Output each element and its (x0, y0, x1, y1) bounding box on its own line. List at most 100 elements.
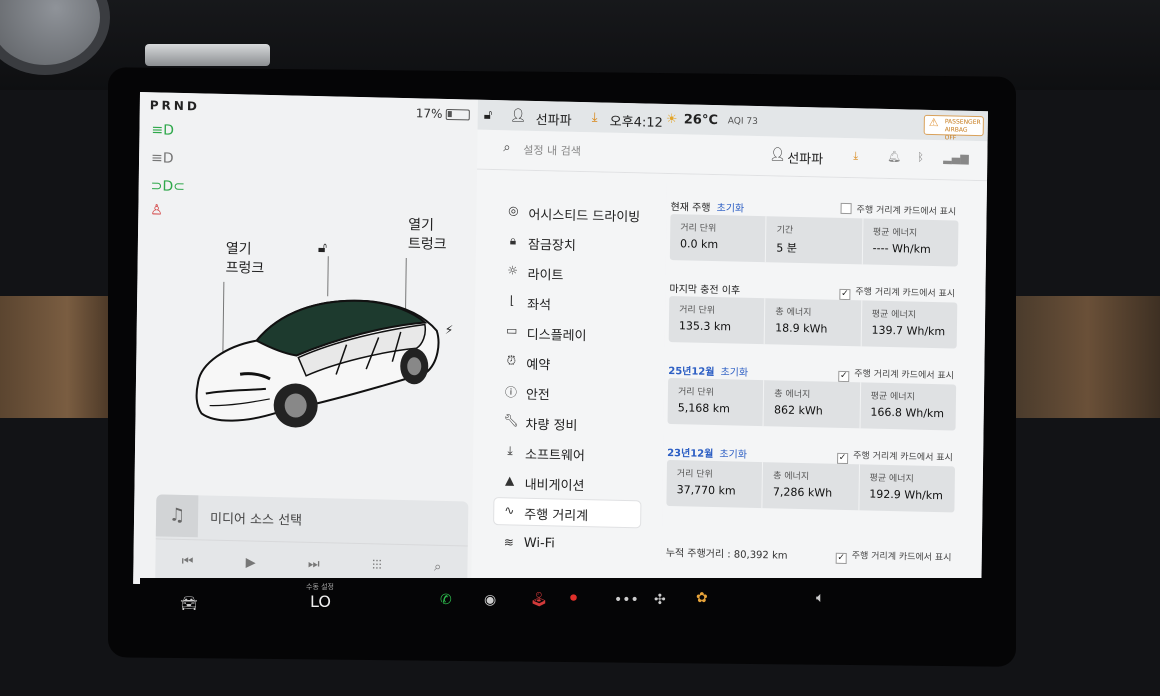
checkbox-unchecked[interactable] (840, 202, 852, 215)
status-user-name[interactable]: 선파파 (536, 109, 572, 129)
menu-item-software[interactable]: ⤓ 소프트웨어 (495, 438, 641, 467)
trip-cell: 평균 에너지 139.7 Wh/km (861, 300, 957, 348)
battery-icon (445, 108, 470, 121)
search-icon[interactable]: ⌕ (434, 560, 441, 575)
car-icon[interactable]: 🚘︎ (180, 596, 198, 612)
open-trunk-button[interactable]: 열기 트렁크 (408, 216, 447, 255)
unlocked-icon[interactable]: 🔓︎ (484, 108, 493, 123)
climate-temp[interactable]: LO (310, 592, 331, 611)
wrench-icon: 🔧︎ (503, 413, 519, 428)
car-panel: PRND 17% ≡D ≡D ⊃D⊂ ♙ 열기 프렁크 열기 트렁크 🔓︎ ⚡︎ (133, 92, 478, 592)
trip-card: 거리 단위 5,168 km 총 에너지 862 kWh 평균 에너지 166.8 W… (667, 377, 957, 431)
menu-label: 잠금장치 (527, 237, 576, 254)
trip-cell: 평균 에너지 192.9 Wh/km (859, 464, 955, 512)
volume-icon[interactable]: 🔈︎ (816, 590, 824, 606)
menu-label: 소프트웨어 (524, 447, 585, 465)
profile-icon: 👤︎ (769, 147, 786, 163)
media-source-select[interactable]: 미디어 소스 선택 (210, 508, 302, 529)
bluetooth-icon[interactable]: ᛒ (917, 151, 924, 164)
bottom-dock: 🚘︎ 수동 설정 LO ✆ ◉ 🕹︎ ⏺ ••• ✣ ✿ 🔈︎ (140, 578, 988, 632)
lte-signal-icon: ▂▄▆ (943, 151, 969, 165)
menu-item-locks[interactable]: 🔒︎ 잠금장치 (498, 228, 644, 257)
open-frunk-button[interactable]: 열기 프렁크 (225, 240, 264, 279)
menu-item-wifi[interactable]: ≋ Wi-Fi (494, 530, 640, 559)
bell-icon[interactable]: 🔔︎ (887, 150, 901, 163)
more-icon[interactable]: ••• (614, 592, 639, 608)
cell-value: 7,286 kWh (772, 485, 833, 500)
cell-value: 192.9 Wh/km (869, 487, 944, 503)
youtube-icon[interactable]: ⏺ (570, 590, 577, 606)
trip-cell: 총 에너지 7,286 kWh (762, 462, 860, 511)
cell-value: 5 분 (776, 241, 798, 255)
cell-key: 총 에너지 (773, 471, 810, 483)
checkbox-label: 주행 거리계 카드에서 표시 (855, 287, 956, 300)
menu-item-schedule[interactable]: ⏰︎ 예약 (496, 348, 642, 377)
cell-value: 37,770 km (676, 483, 736, 498)
menu-item-lights[interactable]: ☼ 라이트 (497, 258, 643, 287)
settings-search-input[interactable] (523, 139, 684, 164)
cell-value: 135.3 km (678, 319, 732, 334)
frunk-label: 열기 프렁크 (225, 240, 265, 277)
equalizer-icon[interactable]: ⫶⫶⫶ (372, 558, 382, 573)
play-icon[interactable]: ▶ (246, 555, 256, 570)
wood-trim-right (1015, 296, 1160, 418)
unlock-icon[interactable]: 🔓︎ (318, 240, 327, 256)
checkbox-label: 주행 거리계 카드에서 표시 (856, 205, 957, 218)
cell-value: ---- Wh/km (872, 241, 931, 256)
mount-arm (145, 44, 270, 66)
trip-cell: 거리 단위 135.3 km (668, 296, 766, 345)
menu-item-navigation[interactable]: ▲ 내비게이션 (494, 468, 640, 497)
alarm-icon: ⏰︎ (506, 353, 517, 368)
menu-item-safety[interactable]: ⓘ 안전 (496, 378, 642, 407)
menu-item-assisted-driving[interactable]: ◎ 어시스티드 드라이빙 (498, 198, 644, 227)
cell-key: 거리 단위 (680, 223, 717, 235)
section-title: 25년12월 초기화 (668, 362, 748, 379)
camera-icon[interactable]: ◉ (484, 592, 496, 608)
previous-track-icon[interactable]: ⏮ (182, 554, 194, 569)
download-icon[interactable]: ⤓ (592, 110, 598, 125)
aqi-badge: AQI 73 (727, 116, 758, 128)
trip-cell: 거리 단위 5,168 km (667, 377, 765, 427)
odometer-icon: ∿ (504, 503, 515, 518)
menu-item-seats[interactable]: ⌊ 좌석 (497, 288, 643, 317)
reset-button[interactable]: 초기화 (716, 203, 744, 215)
phone-icon[interactable]: ✆ (440, 592, 452, 608)
toybox-icon[interactable]: ✿ (696, 590, 708, 606)
checkbox-checked[interactable]: ✓ (838, 370, 850, 383)
cell-key: 총 에너지 (775, 307, 812, 319)
airbag-icon: ⚠ (928, 115, 939, 130)
menu-item-service[interactable]: 🔧︎ 차량 정비 (495, 408, 641, 437)
joystick-icon[interactable]: 🕹︎ (530, 592, 548, 608)
cell-key: 평균 에너지 (872, 227, 918, 239)
reset-button[interactable]: 초기화 (719, 449, 747, 461)
search-icon: ⌕ (503, 140, 511, 156)
seat-icon: ⌊ (509, 293, 515, 308)
menu-label: 예약 (526, 357, 551, 374)
cell-value: 5,168 km (677, 401, 730, 416)
checkbox-checked[interactable]: ✓ (835, 552, 847, 565)
car-model-image (195, 299, 440, 428)
show-on-card-checkbox[interactable]: ✓ 주행 거리계 카드에서 표시 (835, 548, 952, 567)
trunk-label: 열기 트렁크 (407, 217, 447, 253)
music-note-icon[interactable]: ♫ (155, 494, 199, 538)
trip-cell: 거리 단위 37,770 km (666, 459, 764, 509)
profile-name[interactable]: 선파파 (787, 148, 823, 168)
checkbox-checked[interactable]: ✓ (837, 452, 849, 465)
checkbox-checked[interactable]: ✓ (839, 288, 851, 301)
reset-button[interactable]: 초기화 (720, 367, 748, 379)
display-icon: ▭ (506, 323, 518, 338)
auto-high-beam-icon: ≡D (150, 150, 174, 167)
download-icon[interactable]: ⤓ (853, 149, 858, 163)
gear-indicator: PRND (149, 98, 200, 114)
cell-key: 평균 에너지 (870, 391, 915, 403)
show-on-card-checkbox[interactable]: 주행 거리계 카드에서 표시 (840, 202, 957, 218)
clock: 오후4:12 (609, 114, 663, 131)
next-track-icon[interactable]: ⏭ (308, 557, 320, 572)
menu-item-odometer[interactable]: ∿ 주행 거리계 (494, 498, 641, 528)
trip-cell: 기간 5 분 (766, 216, 864, 265)
fan-icon[interactable]: ✣ (654, 592, 666, 608)
safety-icon: ⓘ (504, 385, 518, 400)
menu-item-display[interactable]: ▭ 디스플레이 (497, 318, 643, 347)
trip-card: 거리 단위 135.3 km 총 에너지 18.9 kWh 평균 에너지 139.7 … (668, 296, 958, 349)
wifi-icon: ≋ (503, 535, 514, 550)
